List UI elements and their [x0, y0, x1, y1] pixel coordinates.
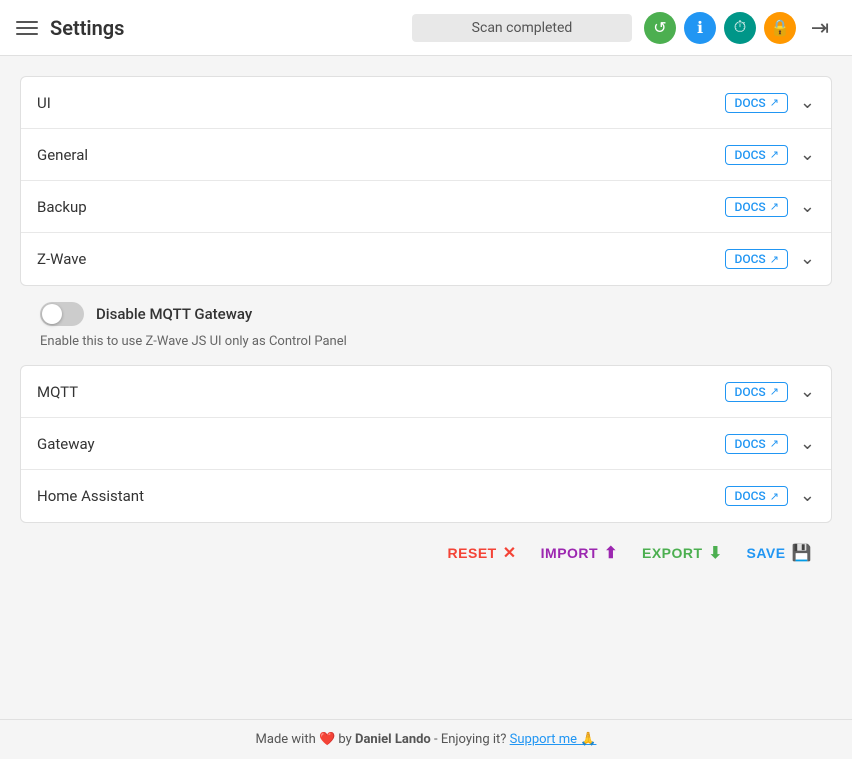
export-label: EXPORT [642, 545, 703, 561]
chevron-icon-home-assistant: ⌄ [800, 487, 815, 505]
settings-label-ui: UI [37, 94, 725, 112]
external-link-icon-zwave: ↗ [770, 253, 779, 266]
save-label: SAVE [746, 545, 785, 561]
chevron-icon-gateway: ⌄ [800, 435, 815, 453]
chevron-icon-ui: ⌄ [800, 94, 815, 112]
docs-badge-mqtt[interactable]: DOCS ↗ [725, 382, 787, 402]
save-button[interactable]: SAVE 💾 [746, 543, 812, 563]
docs-badge-ui[interactable]: DOCS ↗ [725, 93, 787, 113]
mqtt-gateway-toggle[interactable] [40, 302, 84, 326]
scan-status-bar: Scan completed [412, 14, 632, 42]
chevron-icon-mqtt: ⌄ [800, 383, 815, 401]
settings-row-backup[interactable]: Backup DOCS ↗ ⌄ [21, 181, 831, 233]
settings-label-backup: Backup [37, 198, 725, 216]
app-header: Settings Scan completed ↺ ℹ ⏱ 🔒 ⇥ [0, 0, 852, 56]
toggle-row: Disable MQTT Gateway [40, 302, 812, 326]
import-icon: ⬆ [604, 543, 618, 563]
docs-badge-general[interactable]: DOCS ↗ [725, 145, 787, 165]
external-link-icon-backup: ↗ [770, 200, 779, 213]
settings-card-bottom: MQTT DOCS ↗ ⌄ Gateway DOCS ↗ ⌄ Home Assi… [20, 365, 832, 523]
external-link-icon-home-assistant: ↗ [770, 490, 779, 503]
settings-label-mqtt: MQTT [37, 383, 725, 401]
settings-row-zwave[interactable]: Z-Wave DOCS ↗ ⌄ [21, 233, 831, 285]
footer-enjoying: - Enjoying it? [434, 732, 506, 747]
chevron-icon-zwave: ⌄ [800, 250, 815, 268]
refresh-icon[interactable]: ↺ [644, 12, 676, 44]
docs-text-gateway: DOCS [734, 437, 765, 451]
reset-button[interactable]: RESET ✕ [448, 543, 517, 563]
footer-support-link[interactable]: Support me 🙏 [510, 732, 597, 747]
reset-label: RESET [448, 545, 497, 561]
settings-label-general: General [37, 146, 725, 164]
menu-icon[interactable] [16, 21, 38, 35]
heart-icon: ❤️ [319, 732, 335, 747]
settings-row-ui[interactable]: UI DOCS ↗ ⌄ [21, 77, 831, 129]
save-icon: 💾 [792, 543, 812, 563]
chevron-icon-backup: ⌄ [800, 198, 815, 216]
settings-card-top: UI DOCS ↗ ⌄ General DOCS ↗ ⌄ Backup DOCS… [20, 76, 832, 286]
mqtt-gateway-toggle-label: Disable MQTT Gateway [96, 305, 252, 323]
reset-icon: ✕ [503, 543, 517, 563]
footer-by: by [338, 732, 355, 747]
footer: Made with ❤️ by Daniel Lando - Enjoying … [0, 719, 852, 759]
history-icon[interactable]: ⏱ [724, 12, 756, 44]
external-link-icon-gateway: ↗ [770, 437, 779, 450]
settings-row-home-assistant[interactable]: Home Assistant DOCS ↗ ⌄ [21, 470, 831, 522]
external-link-icon-ui: ↗ [770, 96, 779, 109]
settings-row-gateway[interactable]: Gateway DOCS ↗ ⌄ [21, 418, 831, 470]
settings-label-zwave: Z-Wave [37, 250, 725, 268]
docs-badge-gateway[interactable]: DOCS ↗ [725, 434, 787, 454]
export-button[interactable]: EXPORT ⬇ [642, 543, 722, 563]
toggle-thumb [42, 304, 62, 324]
settings-label-gateway: Gateway [37, 435, 725, 453]
import-label: IMPORT [541, 545, 598, 561]
external-link-icon-mqtt: ↗ [770, 385, 779, 398]
import-button[interactable]: IMPORT ⬆ [541, 543, 618, 563]
main-content: UI DOCS ↗ ⌄ General DOCS ↗ ⌄ Backup DOCS… [0, 56, 852, 719]
docs-text-zwave: DOCS [734, 252, 765, 266]
mqtt-gateway-description: Enable this to use Z-Wave JS UI only as … [40, 334, 812, 349]
mqtt-gateway-section: Disable MQTT Gateway Enable this to use … [20, 286, 832, 365]
export-icon: ⬇ [709, 543, 723, 563]
settings-label-home-assistant: Home Assistant [37, 487, 725, 505]
external-link-icon-general: ↗ [770, 148, 779, 161]
chevron-icon-general: ⌄ [800, 146, 815, 164]
docs-text-ui: DOCS [734, 96, 765, 110]
docs-text-backup: DOCS [734, 200, 765, 214]
info-icon[interactable]: ℹ [684, 12, 716, 44]
footer-author: Daniel Lando [355, 732, 431, 747]
docs-text-mqtt: DOCS [734, 385, 765, 399]
docs-text-general: DOCS [734, 148, 765, 162]
header-icon-group: ↺ ℹ ⏱ 🔒 ⇥ [644, 12, 836, 44]
page-title: Settings [50, 16, 124, 40]
docs-badge-zwave[interactable]: DOCS ↗ [725, 249, 787, 269]
footer-made-with: Made with [256, 732, 319, 747]
exit-icon[interactable]: ⇥ [804, 12, 836, 44]
docs-text-home-assistant: DOCS [734, 489, 765, 503]
settings-row-general[interactable]: General DOCS ↗ ⌄ [21, 129, 831, 181]
actions-row: RESET ✕ IMPORT ⬆ EXPORT ⬇ SAVE 💾 [20, 523, 832, 583]
docs-badge-backup[interactable]: DOCS ↗ [725, 197, 787, 217]
settings-row-mqtt[interactable]: MQTT DOCS ↗ ⌄ [21, 366, 831, 418]
docs-badge-home-assistant[interactable]: DOCS ↗ [725, 486, 787, 506]
lock-icon[interactable]: 🔒 [764, 12, 796, 44]
